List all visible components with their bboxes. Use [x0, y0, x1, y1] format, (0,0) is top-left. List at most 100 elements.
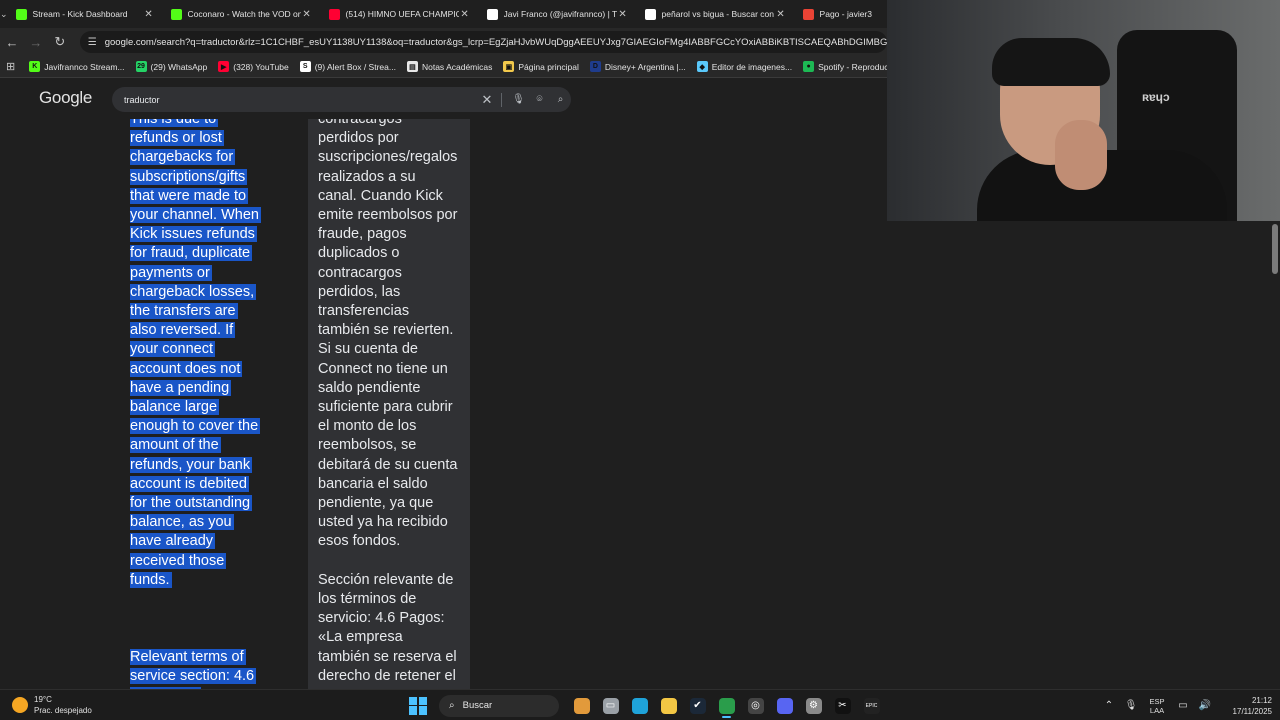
epic-icon-glyph: EPIC: [863, 697, 880, 714]
text-span: for the outstanding: [130, 495, 253, 512]
clock[interactable]: 21:12 17/11/2025: [1222, 695, 1272, 717]
bookmark-label: (328) YouTube: [233, 61, 289, 72]
bookmarks-bar: ⊞ K Javifrannco Stream... 29 (29) WhatsApp ▶…: [0, 56, 887, 78]
lens-search-icon[interactable]: ⌾: [529, 94, 550, 105]
source-text-line: amount of the: [130, 436, 270, 455]
tab-title: Javi Franco (@javifrannco) | Tik: [503, 9, 617, 19]
capcut-icon[interactable]: ✂: [828, 693, 857, 718]
apps-grid-icon[interactable]: ⊞: [6, 60, 15, 73]
search-icon[interactable]: ⌕: [550, 94, 571, 105]
tab-close-icon[interactable]: ✕: [301, 9, 313, 20]
source-text-line: service section: 4.6: [130, 667, 270, 686]
google-search-box[interactable]: traductor ✕ 🎙 ⌾ ⌕: [112, 87, 571, 112]
input-language[interactable]: ESP LAA: [1142, 697, 1172, 715]
translated-text-column[interactable]: contracargos perdidos por suscripciones/re…: [308, 110, 470, 689]
taskbar-search[interactable]: ⌕ Buscar: [439, 694, 559, 717]
file-explorer-icon[interactable]: [654, 693, 683, 718]
translated-text-line: los términos de: [318, 590, 470, 609]
tab-search-button[interactable]: ⌄: [0, 0, 8, 28]
tab-close-icon[interactable]: ✕: [617, 9, 629, 20]
translated-text-line: canal. Cuando Kick: [318, 187, 470, 206]
text-span: Sección relevante de: [318, 571, 454, 588]
text-span: payments or: [130, 264, 212, 281]
bookmark-item[interactable]: ▶ (328) YouTube: [218, 61, 289, 72]
page-scrollbar[interactable]: [1272, 224, 1278, 689]
tray-overflow-icon[interactable]: ⌃: [1098, 700, 1120, 711]
source-text-line: have already: [130, 532, 270, 551]
tab-close-icon[interactable]: ✕: [459, 9, 471, 20]
epic-icon[interactable]: EPIC: [857, 693, 886, 718]
reload-button[interactable]: ↻: [48, 30, 72, 54]
network-icon[interactable]: ▭: [1172, 700, 1194, 711]
steam-icon[interactable]: ✔: [683, 693, 712, 718]
back-button[interactable]: ←: [0, 30, 24, 54]
forward-button[interactable]: →: [24, 30, 48, 54]
source-text-line: chargeback losses,: [130, 283, 270, 302]
obs-icon[interactable]: ◎: [741, 693, 770, 718]
discord-icon[interactable]: [770, 693, 799, 718]
scrollbar-thumb[interactable]: [1272, 224, 1278, 274]
source-text-line: refunds, your bank: [130, 456, 270, 475]
address-url: google.com/search?q=traductor&rlz=1C1CHB…: [104, 36, 888, 48]
settings-icon[interactable]: ⚙: [799, 693, 828, 718]
window-app-icon[interactable]: ▭: [596, 693, 625, 718]
text-span: account is debited: [130, 475, 249, 492]
bookmark-item[interactable]: ▣ Página principal: [503, 61, 579, 72]
voice-search-icon[interactable]: 🎙: [508, 94, 529, 105]
edge-icon[interactable]: [625, 693, 654, 718]
start-button[interactable]: [407, 695, 429, 717]
bookmark-item[interactable]: ▤ Notas Académicas: [406, 61, 492, 72]
window-app-icon-glyph: ▭: [602, 697, 619, 714]
text-span: enough to cover the: [130, 418, 261, 435]
browser-tab[interactable]: Stream - Kick Dashboard ✕: [8, 0, 163, 28]
translated-text-line: [318, 552, 470, 571]
bookmark-favicon-icon: S: [299, 61, 311, 72]
bookmark-item[interactable]: 29 (29) WhatsApp: [135, 61, 207, 72]
bookmark-label: Spotify - Reproduct...: [818, 61, 887, 72]
chrome-icon[interactable]: [712, 693, 741, 718]
text-span: bancaria el saldo: [318, 475, 428, 492]
google-header: Google traductor ✕ 🎙 ⌾ ⌕: [0, 79, 887, 119]
browser-tab[interactable]: Coconaro - Watch the VOD on ✕: [163, 0, 321, 28]
volume-icon[interactable]: 🔊: [1194, 700, 1216, 711]
source-text-line: that were made to: [130, 187, 270, 206]
bookmark-item[interactable]: ◆ Editor de imagenes...: [696, 61, 792, 72]
site-info-icon[interactable]: ☰: [88, 37, 97, 48]
text-span: account does not: [130, 360, 243, 377]
source-text-line: also reversed. If: [130, 321, 270, 340]
source-text-column[interactable]: This is due to refunds or lost chargebacks…: [130, 110, 270, 689]
translated-text-line: suscripciones/regalos: [318, 148, 470, 167]
browser-tab[interactable]: (514) HIMNO UEFA CHAMPION ✕: [321, 0, 479, 28]
tab-close-icon[interactable]: ✕: [143, 9, 155, 20]
bookmark-item[interactable]: D Disney+ Argentina |...: [589, 61, 686, 72]
bookmark-item[interactable]: K Javifrannco Stream...: [29, 61, 125, 72]
game-app-icon[interactable]: [567, 693, 596, 718]
text-span: Si su cuenta de: [318, 341, 418, 358]
bookmark-item[interactable]: S (9) Alert Box / Strea...: [299, 61, 396, 72]
translated-text-line: transferencias: [318, 302, 470, 321]
bookmark-favicon-icon: ▤: [406, 61, 418, 72]
source-text-line: Relevant terms of: [130, 648, 270, 667]
browser-tab[interactable]: Javi Franco (@javifrannco) | Tik ✕: [479, 0, 637, 28]
translated-text-line: debitará de su cuenta: [318, 456, 470, 475]
address-bar[interactable]: ☰ google.com/search?q=traductor&rlz=1C1C…: [79, 31, 888, 53]
translated-text-line: realizados a su: [318, 168, 470, 187]
source-text-line: your connect: [130, 340, 270, 359]
google-logo[interactable]: Google: [39, 88, 92, 108]
search-query[interactable]: traductor: [124, 95, 479, 105]
google-icon: [644, 8, 656, 20]
clear-search-icon[interactable]: ✕: [479, 92, 495, 108]
text-span: subscriptions/gifts: [130, 168, 248, 185]
tab-close-icon[interactable]: ✕: [775, 9, 787, 20]
game-app-icon-glyph: [573, 697, 590, 714]
bookmark-item[interactable]: ●Spotify - Reproduct...: [803, 61, 887, 72]
text-span: suficiente para cubrir: [318, 399, 453, 416]
bookmark-label: Javifrannco Stream...: [44, 61, 125, 72]
weather-widget[interactable]: 19°C Prac. despejado: [12, 694, 92, 716]
browser-tab[interactable]: peñarol vs bigua - Buscar con G ✕: [637, 0, 795, 28]
text-span: perdidos, las: [318, 283, 401, 300]
text-span: have a pending: [130, 379, 232, 396]
microphone-icon[interactable]: 🎙: [1120, 700, 1142, 711]
source-text-line: Kick issues refunds: [130, 225, 270, 244]
translated-text-line: derecho de retener el: [318, 667, 470, 686]
